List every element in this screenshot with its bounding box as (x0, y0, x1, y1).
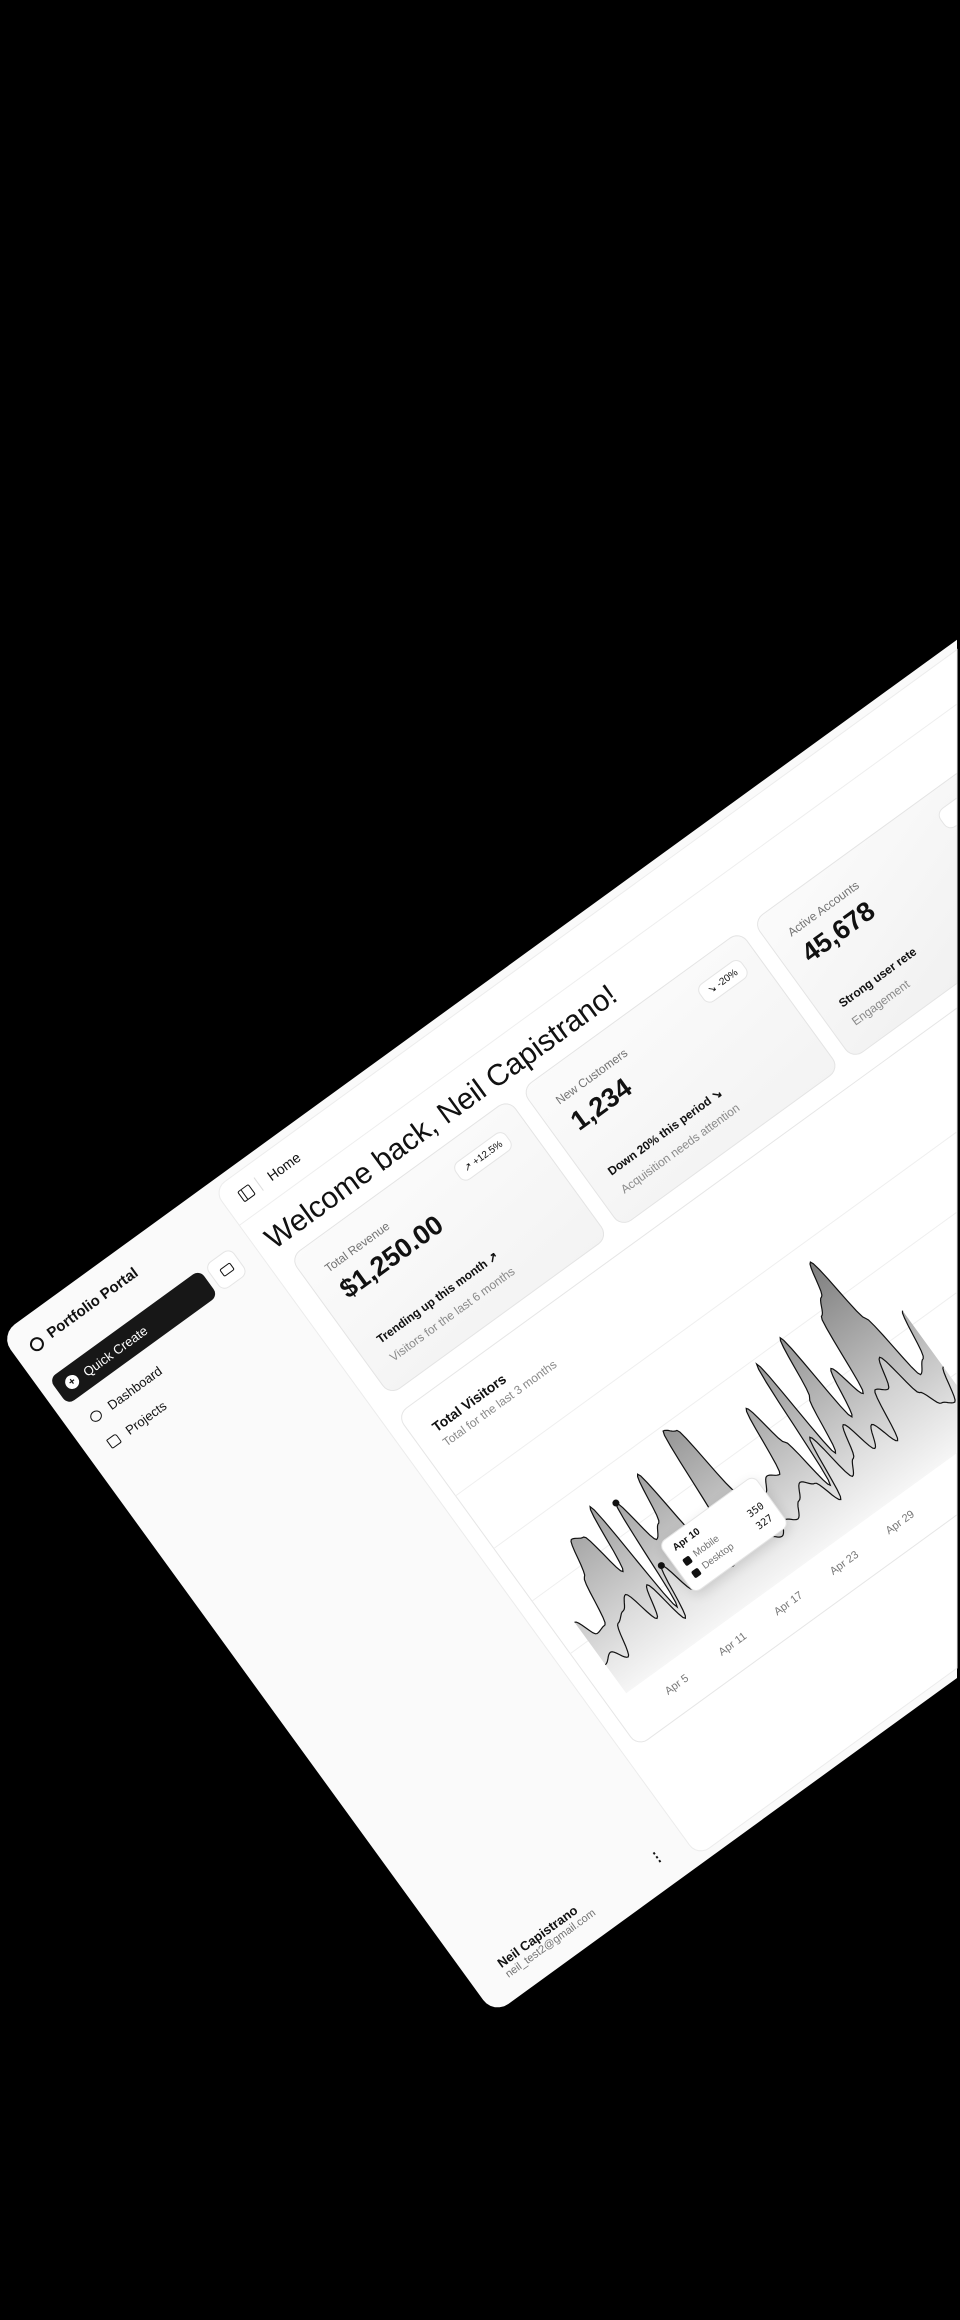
tooltip-point-desktop (612, 1499, 620, 1507)
gauge-icon (87, 1407, 104, 1424)
plus-circle-icon: + (62, 1371, 82, 1392)
legend-swatch (681, 1554, 693, 1566)
legend-swatch (690, 1566, 702, 1578)
tooltip-point-mobile (657, 1562, 665, 1570)
folder-icon (106, 1433, 123, 1450)
mail-icon (218, 1261, 235, 1277)
